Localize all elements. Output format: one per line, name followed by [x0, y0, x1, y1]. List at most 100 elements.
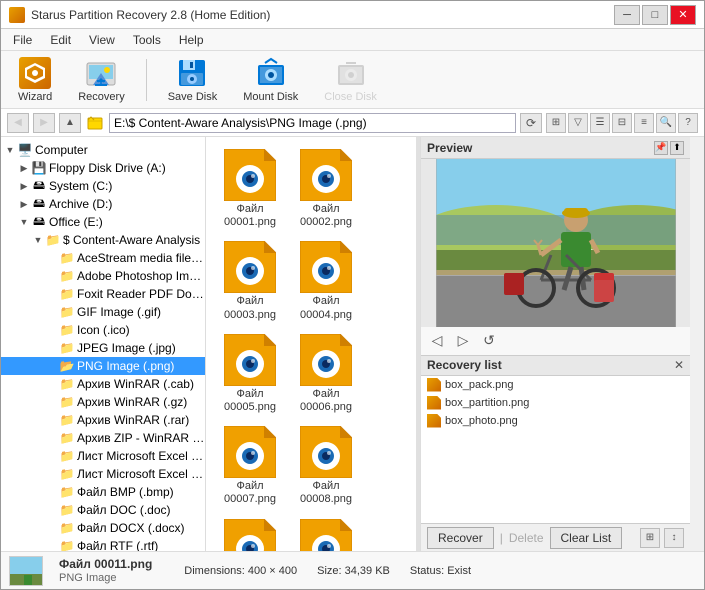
file-type-icon	[427, 414, 441, 428]
tree-item-floppy[interactable]: ▶ 💾 Floppy Disk Drive (A:)	[1, 159, 205, 177]
folder-icon: 📁	[59, 539, 75, 551]
tree-item-doc[interactable]: ▶ 📁 Файл DOC (.doc)	[1, 501, 205, 519]
tree-label: Архив ZIP - WinRAR (.zip)	[75, 431, 205, 445]
tree-label: Icon (.ico)	[75, 323, 130, 337]
tree-item-winrar-rar[interactable]: ▶ 📁 Архив WinRAR (.rar)	[1, 411, 205, 429]
file-item[interactable]: Файл 00006.png	[290, 330, 362, 418]
main-content: ▼ 🖥️ Computer ▶ 💾 Floppy Disk Drive (A:)…	[1, 137, 704, 551]
forward-button[interactable]: ▶	[33, 113, 55, 133]
maximize-button[interactable]: □	[642, 5, 668, 25]
recovery-grid-view-button[interactable]: ⊞	[640, 528, 660, 548]
folder-icon: 📁	[59, 287, 75, 301]
menu-file[interactable]: File	[5, 31, 40, 49]
file-item[interactable]: Файл 00007.png	[214, 422, 286, 510]
file-item[interactable]: Файл 00010.png	[290, 515, 362, 552]
clear-list-button[interactable]: Clear List	[550, 527, 623, 549]
file-item[interactable]: Файл 00004.png	[290, 237, 362, 325]
view-list-button[interactable]: ☰	[590, 113, 610, 133]
tree-item-winrar-cab[interactable]: ▶ 📁 Архив WinRAR (.cab)	[1, 375, 205, 393]
up-button[interactable]: ▲	[59, 113, 81, 133]
view-grid-button[interactable]: ⊟	[612, 113, 632, 133]
recovery-list-item[interactable]: box_pack.png	[421, 376, 690, 394]
menu-help[interactable]: Help	[171, 31, 212, 49]
tree-item-excel-xlsx[interactable]: ▶ 📁 Лист Microsoft Excel (.xlsx)	[1, 447, 205, 465]
preview-image-area	[421, 159, 690, 327]
preview-prev-button[interactable]: ◁	[427, 331, 447, 351]
tree-item-content-aware[interactable]: ▼ 📁 $ Content-Aware Analysis	[1, 231, 205, 249]
wizard-button[interactable]: Wizard	[9, 52, 61, 108]
file-thumbnail	[224, 519, 276, 552]
preview-next-button[interactable]: ▷	[453, 331, 473, 351]
save-disk-button[interactable]: Save Disk	[159, 52, 227, 108]
filter-button[interactable]: ▽	[568, 113, 588, 133]
preview-restore-button[interactable]: ⬆	[670, 141, 684, 155]
tree-panel: ▼ 🖥️ Computer ▶ 💾 Floppy Disk Drive (A:)…	[1, 137, 206, 551]
menu-view[interactable]: View	[81, 31, 123, 49]
menu-tools[interactable]: Tools	[125, 31, 169, 49]
address-input[interactable]	[109, 113, 516, 133]
file-item[interactable]: Файл 00009.png	[214, 515, 286, 552]
recovery-list-close-button[interactable]: ✕	[674, 358, 684, 372]
folder-icon: 📁	[59, 269, 75, 283]
folder-icon: 📁	[59, 521, 75, 535]
floppy-icon: 💾	[31, 161, 47, 175]
back-button[interactable]: ◀	[7, 113, 29, 133]
close-button[interactable]: ✕	[670, 5, 696, 25]
tree-item-archive-d[interactable]: ▶ 🖴 Archive (D:)	[1, 195, 205, 213]
tree-item-photoshop[interactable]: ▶ 📁 Adobe Photoshop Image.1	[1, 267, 205, 285]
tree-item-rtf[interactable]: ▶ 📁 Файл RTF (.rtf)	[1, 537, 205, 551]
view-toggle-button[interactable]: ⊞	[546, 113, 566, 133]
file-item[interactable]: Файл 00005.png	[214, 330, 286, 418]
recovery-list-item[interactable]: box_partition.png	[421, 394, 690, 412]
tree-item-acestream[interactable]: ▶ 📁 AceStream media file (.mp	[1, 249, 205, 267]
folder-icon: 📁	[59, 341, 75, 355]
file-item[interactable]: Файл 00002.png	[290, 145, 362, 233]
recovery-list-item[interactable]: box_photo.png	[421, 412, 690, 430]
address-go-button[interactable]: ⟳	[520, 113, 542, 133]
status-details: Dimensions: 400 × 400 Size: 34,39 KB Sta…	[184, 565, 471, 577]
tree-item-winrar-zip[interactable]: ▶ 📁 Архив ZIP - WinRAR (.zip)	[1, 429, 205, 447]
preview-header: Preview 📌 ⬆	[421, 137, 690, 159]
folder-icon: 📁	[59, 395, 75, 409]
preview-refresh-button[interactable]: ↺	[479, 331, 499, 351]
minimize-button[interactable]: ─	[614, 5, 640, 25]
preview-actions: ◁ ▷ ↺	[421, 327, 690, 355]
tree-item-bmp[interactable]: ▶ 📁 Файл BMP (.bmp)	[1, 483, 205, 501]
mount-disk-button[interactable]: Mount Disk	[234, 52, 307, 108]
folder-icon: 📁	[59, 503, 75, 517]
view-details-button[interactable]: ≡	[634, 113, 654, 133]
file-thumbnail	[300, 519, 352, 552]
tree-label: Файл RTF (.rtf)	[75, 539, 158, 551]
tree-item-gif[interactable]: ▶ 📁 GIF Image (.gif)	[1, 303, 205, 321]
tree-item-icon[interactable]: ▶ 📁 Icon (.ico)	[1, 321, 205, 339]
tree-item-foxit[interactable]: ▶ 📁 Foxit Reader PDF Documer	[1, 285, 205, 303]
recover-button[interactable]: Recover	[427, 527, 494, 549]
search-button[interactable]: 🔍	[656, 113, 676, 133]
recovery-item-name: box_photo.png	[445, 415, 518, 427]
tree-item-jpeg[interactable]: ▶ 📁 JPEG Image (.jpg)	[1, 339, 205, 357]
help-button[interactable]: ?	[678, 113, 698, 133]
tree-item-office-e[interactable]: ▼ 🖴 Office (E:)	[1, 213, 205, 231]
recovery-list: Recovery list ✕ box_pack.png box_partiti…	[421, 355, 690, 524]
tree-label: $ Content-Aware Analysis	[61, 233, 200, 247]
file-item[interactable]: Файл 00001.png	[214, 145, 286, 233]
menu-bar: File Edit View Tools Help	[1, 29, 704, 51]
recovery-icon	[85, 57, 117, 89]
file-item[interactable]: Файл 00003.png	[214, 237, 286, 325]
tree-item-png[interactable]: ▶ 📂 PNG Image (.png)	[1, 357, 205, 375]
tree-label: GIF Image (.gif)	[75, 305, 161, 319]
file-name: Файл 00001.png	[218, 203, 282, 229]
file-item[interactable]: Файл 00008.png	[290, 422, 362, 510]
tree-item-docx[interactable]: ▶ 📁 Файл DOCX (.docx)	[1, 519, 205, 537]
tree-item-excel-9720[interactable]: ▶ 📁 Лист Microsoft Excel 97-20	[1, 465, 205, 483]
recovery-sort-button[interactable]: ↕	[664, 528, 684, 548]
tree-item-winrar-gz[interactable]: ▶ 📁 Архив WinRAR (.gz)	[1, 393, 205, 411]
close-disk-button[interactable]: Close Disk	[315, 52, 386, 108]
recovery-button[interactable]: Recovery	[69, 52, 133, 108]
tree-label: Adobe Photoshop Image.1	[75, 269, 205, 283]
tree-item-computer[interactable]: ▼ 🖥️ Computer	[1, 141, 205, 159]
preview-pin-button[interactable]: 📌	[654, 141, 668, 155]
tree-item-system-c[interactable]: ▶ 🖴 System (C:)	[1, 177, 205, 195]
menu-edit[interactable]: Edit	[42, 31, 79, 49]
status-info: Файл 00011.png PNG Image	[59, 557, 152, 584]
